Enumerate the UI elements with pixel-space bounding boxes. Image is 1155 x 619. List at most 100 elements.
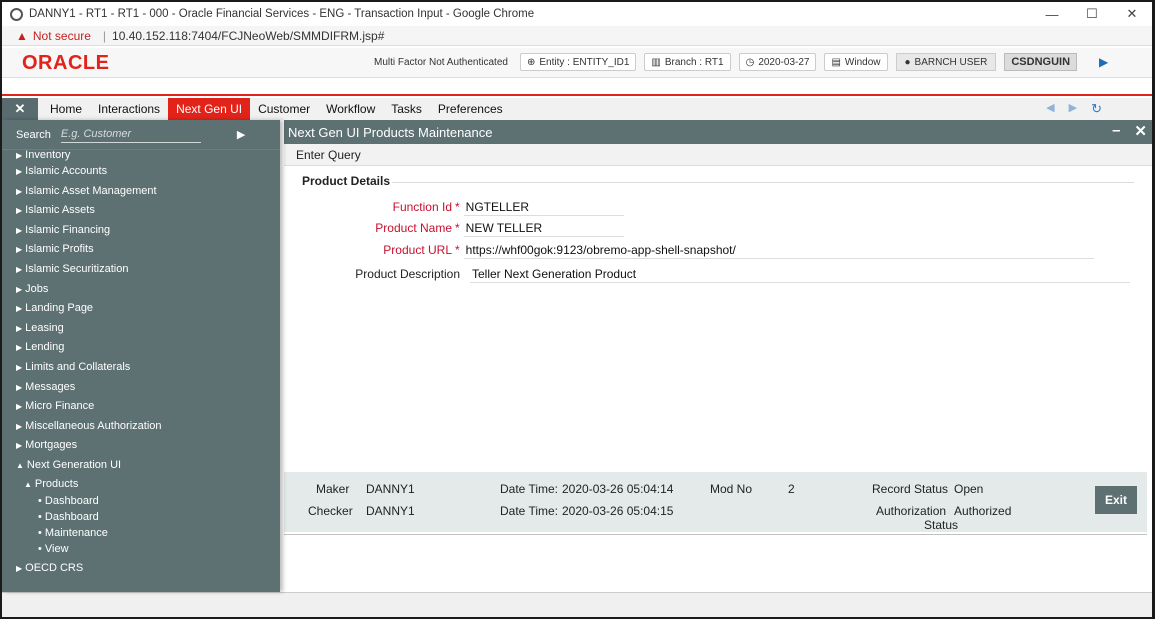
chrome-icon: [10, 7, 23, 21]
mod-no-label: Mod No: [710, 482, 753, 496]
maker-datetime-label: Date Time:: [500, 482, 559, 496]
maker-label: Maker: [316, 482, 350, 496]
prev-arrow-icon[interactable]: ◀: [1046, 101, 1054, 117]
sidebar-item-label: Islamic Financing: [25, 223, 111, 236]
sidebar-item-products[interactable]: ▲ Products: [2, 476, 280, 493]
collapsed-arrow-icon: ▶: [16, 402, 23, 412]
globe-icon: ⊕: [526, 56, 536, 68]
sidebar-item-miscellaneous-authorization[interactable]: ▶ Miscellaneous Authorization: [2, 417, 280, 437]
sidebar-tree: ▶ Inventory ▶ Islamic Accounts ▶ Islamic As…: [2, 150, 280, 578]
collapsed-arrow-icon: ▶: [16, 563, 23, 573]
entity-button[interactable]: ⊕ Entity : ENTITY_ID1: [519, 53, 637, 71]
search-go-icon[interactable]: ▶: [237, 128, 245, 141]
sidebar-item-label: Dashboard: [44, 494, 99, 507]
menu-customer[interactable]: Customer: [250, 98, 318, 120]
collapsed-arrow-icon: ▶: [16, 441, 23, 451]
checker-datetime-value: 2020-03-26 05:04:15: [562, 504, 674, 518]
product-url-field[interactable]: https://whf00gok:9123/obremo-app-shell-s…: [463, 241, 1094, 259]
sidebar-item-dashboard-2[interactable]: • Dashboard: [2, 509, 280, 525]
date-label: 2020-03-27: [758, 56, 810, 68]
app-header-bar: ORACLE Multi Factor Not Authenticated ⊕ …: [2, 48, 1152, 78]
function-id-field[interactable]: NGTELLER: [463, 198, 624, 216]
bullet-icon: •: [38, 542, 45, 555]
window-button[interactable]: ▤ Window: [824, 53, 888, 71]
minimize-panel-icon[interactable]: –: [1112, 122, 1120, 140]
product-name-label: Product Name: [375, 221, 452, 235]
menu-home[interactable]: Home: [42, 98, 90, 120]
collapsed-arrow-icon: ▶: [16, 284, 23, 294]
sidebar-item-micro-finance[interactable]: ▶ Micro Finance: [2, 397, 280, 417]
branch-button[interactable]: ▥ Branch : RT1: [644, 53, 731, 71]
sidebar-item-view[interactable]: • View: [2, 541, 280, 557]
sidebar-item-islamic-accounts[interactable]: ▶ Islamic Accounts: [2, 162, 280, 182]
maker-datetime-value: 2020-03-26 05:04:14: [562, 482, 674, 496]
sidebar-item-islamic-financing[interactable]: ▶ Islamic Financing: [2, 221, 280, 241]
sidebar-item-islamic-assets[interactable]: ▶ Islamic Assets: [2, 201, 280, 221]
close-window-icon[interactable]: ✕: [1112, 2, 1152, 26]
product-description-field[interactable]: Teller Next Generation Product: [470, 265, 1130, 283]
sidebar-item-landing-page[interactable]: ▶ Landing Page: [2, 299, 280, 319]
sidebar-item-next-generation-ui[interactable]: ▲ Next Generation UI: [2, 456, 280, 476]
sidebar-item-maintenance[interactable]: • Maintenance: [2, 525, 280, 541]
sidebar-item-mortgages[interactable]: ▶ Mortgages: [2, 436, 280, 456]
close-menu-icon[interactable]: ✕: [2, 98, 38, 120]
sidebar-item-label: Limits and Collaterals: [25, 360, 131, 373]
sidebar-item-oecd-crs[interactable]: ▶ OECD CRS: [2, 559, 280, 579]
product-name-field[interactable]: NEW TELLER: [463, 219, 624, 237]
panel-controls: – ✕: [1112, 122, 1147, 140]
sidebar-item-label: Dashboard: [44, 510, 99, 523]
product-description-row: Product Description Teller Next Generati…: [302, 265, 1130, 283]
enter-query-button[interactable]: Enter Query: [296, 148, 361, 162]
address-bar[interactable]: ▲ Not secure | 10.40.152.118:7404/FCJNeo…: [2, 26, 1152, 46]
sidebar-item-islamic-profits[interactable]: ▶ Islamic Profits: [2, 240, 280, 260]
user-code-button[interactable]: CSDNGUIN: [1004, 53, 1078, 71]
menu-next-gen-ui[interactable]: Next Gen UI: [168, 98, 251, 120]
close-panel-icon[interactable]: ✕: [1134, 122, 1147, 140]
user-icon: ●: [904, 56, 911, 68]
collapsed-arrow-icon: ▶: [16, 421, 23, 431]
sidebar-item-limits-and-collaterals[interactable]: ▶ Limits and Collaterals: [2, 358, 280, 378]
sidebar-item-lending[interactable]: ▶ Lending: [2, 338, 280, 358]
minimize-icon[interactable]: —: [1032, 2, 1072, 26]
title-bar: DANNY1 - RT1 - RT1 - 000 - Oracle Financ…: [2, 2, 1152, 26]
sidebar-menu: Search ▶ ▶Inventory ▶Islamic Accounts ▶I…: [2, 120, 280, 592]
maximize-icon[interactable]: ☐: [1072, 2, 1112, 26]
panel-title: Next Gen UI Products Maintenance: [288, 124, 493, 140]
not-secure-label[interactable]: Not secure: [33, 29, 91, 43]
sidebar-item-jobs[interactable]: ▶ Jobs: [2, 280, 280, 300]
bullet-icon: •: [38, 494, 45, 507]
collapsed-arrow-icon: ▶: [16, 245, 23, 255]
sidebar-item-islamic-asset-management[interactable]: ▶ Islamic Asset Management: [2, 182, 280, 202]
url-text[interactable]: 10.40.152.118:7404/FCJNeoWeb/SMMDIFRM.js…: [112, 29, 384, 43]
refresh-icon[interactable]: ↻: [1091, 101, 1102, 117]
authorization-status-value: Authorized: [954, 504, 1012, 518]
expanded-arrow-icon: ▲: [24, 479, 32, 489]
status-bar: [2, 592, 1152, 617]
date-button[interactable]: ◷ 2020-03-27: [738, 53, 817, 71]
menu-workflow[interactable]: Workflow: [318, 98, 383, 120]
sidebar-item-label: Landing Page: [25, 302, 94, 315]
expand-arrow-icon[interactable]: ▶: [1099, 55, 1108, 69]
authorization-label: Authorization: [876, 504, 947, 518]
sidebar-item-messages[interactable]: ▶ Messages: [2, 378, 280, 398]
menu-tasks[interactable]: Tasks: [383, 98, 430, 120]
next-arrow-icon[interactable]: ▶: [1069, 101, 1077, 117]
mod-no-value: 2: [788, 482, 795, 496]
collapsed-arrow-icon: ▶: [16, 343, 23, 353]
function-id-row: Function Id * NGTELLER: [302, 198, 624, 216]
checker-label: Checker: [308, 504, 353, 518]
menu-preferences[interactable]: Preferences: [430, 98, 511, 120]
sidebar-item-dashboard[interactable]: • Dashboard: [2, 493, 280, 509]
collapsed-arrow-icon: ▶: [16, 304, 23, 314]
window-controls: — ☐ ✕: [1032, 2, 1152, 26]
search-input[interactable]: [60, 126, 201, 143]
collapsed-arrow-icon: ▶: [16, 225, 23, 235]
authorization-status-label: Status: [924, 518, 959, 532]
sidebar-item-leasing[interactable]: ▶ Leasing: [2, 319, 280, 339]
sidebar-item-islamic-securitization[interactable]: ▶ Islamic Securitization: [2, 260, 280, 280]
user-button[interactable]: ● BARNCH USER: [895, 53, 997, 71]
exit-button[interactable]: Exit: [1095, 486, 1137, 514]
user-label: BARNCH USER: [914, 56, 988, 68]
menu-interactions[interactable]: Interactions: [90, 98, 168, 120]
sidebar-item-inventory[interactable]: ▶ Inventory: [2, 150, 280, 162]
